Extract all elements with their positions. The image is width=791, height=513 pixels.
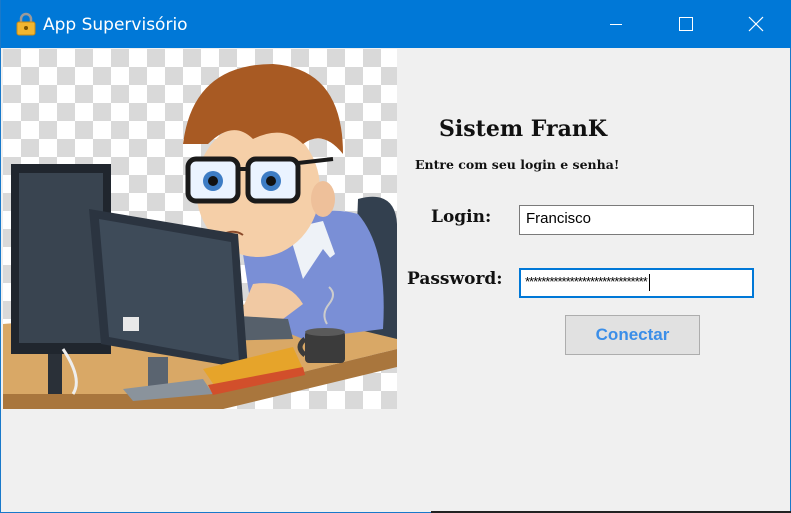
title-bar[interactable]: App Supervisório xyxy=(1,0,791,48)
maximize-button[interactable] xyxy=(651,0,721,48)
minimize-button[interactable] xyxy=(581,0,651,48)
close-button[interactable] xyxy=(721,0,791,48)
login-value: Francisco xyxy=(526,210,592,227)
login-window: App Supervisório Sistem FranK Entre com … xyxy=(0,0,791,513)
login-input[interactable]: Francisco xyxy=(519,205,754,235)
window-title: App Supervisório xyxy=(43,15,188,35)
password-input[interactable]: ****************************** xyxy=(519,268,754,298)
lock-icon xyxy=(16,12,36,36)
login-instructions: Entre com seu login e senha! xyxy=(415,157,620,172)
maximize-icon xyxy=(679,17,693,31)
app-heading: Sistem FranK xyxy=(439,116,607,142)
password-label: Password: xyxy=(407,269,503,289)
login-label: Login: xyxy=(431,207,492,227)
password-value: ****************************** xyxy=(525,274,648,289)
close-icon xyxy=(748,16,764,32)
programmer-illustration xyxy=(3,49,397,409)
minimize-icon xyxy=(610,24,622,25)
connect-button[interactable]: Conectar xyxy=(565,315,700,355)
text-cursor xyxy=(648,274,650,292)
connect-button-label: Conectar xyxy=(595,325,670,344)
